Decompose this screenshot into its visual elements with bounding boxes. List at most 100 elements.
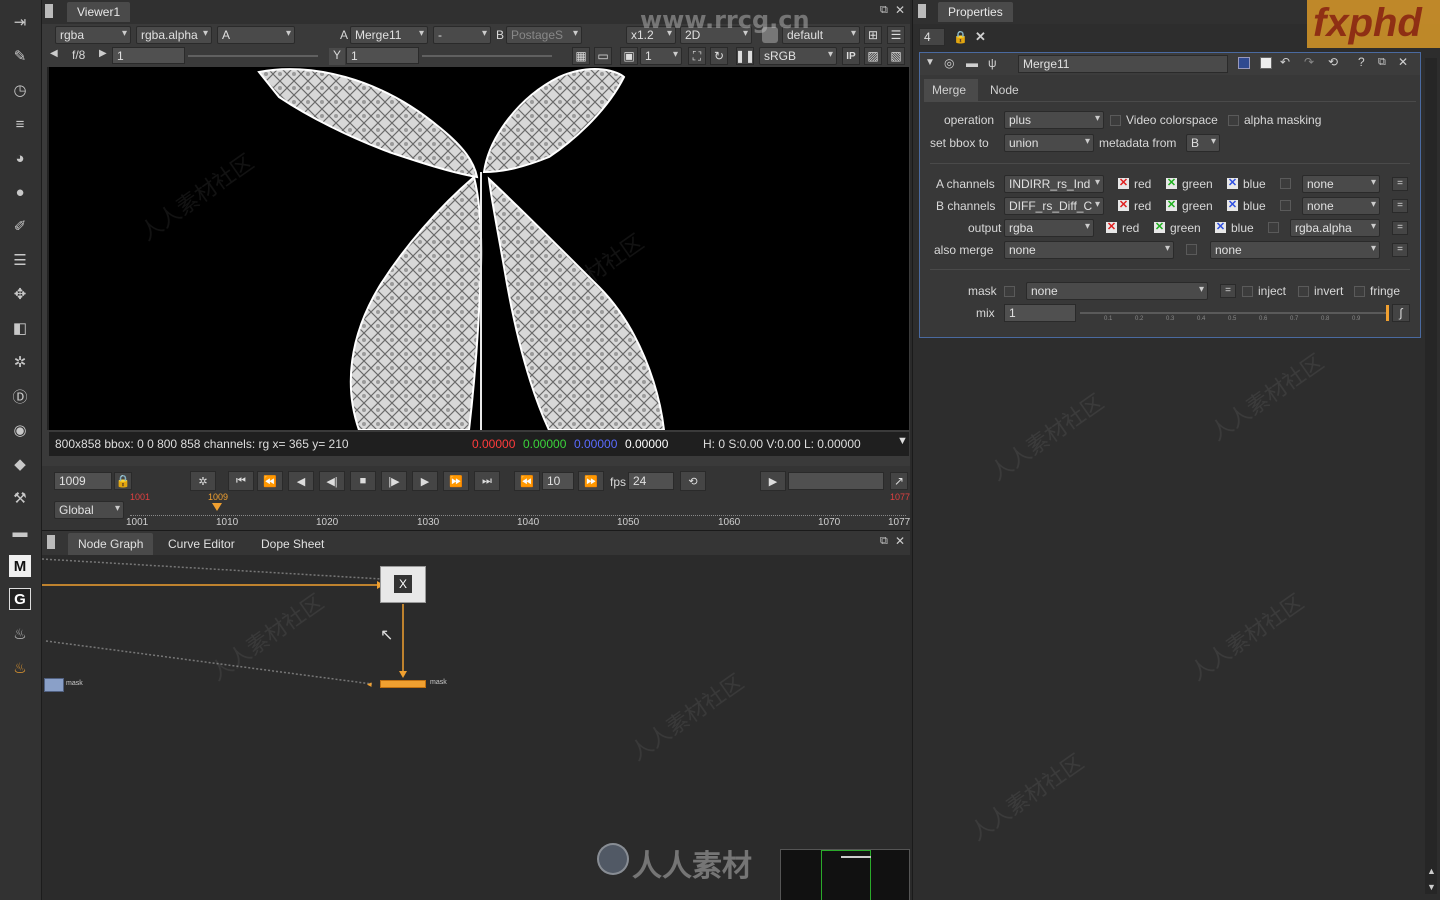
merge-node[interactable]: X [380, 566, 426, 603]
b-input-dropdown[interactable]: PostageS [506, 26, 582, 44]
script-icon[interactable]: ψ [988, 56, 997, 70]
gamma-label[interactable]: Y [329, 48, 345, 65]
max-panels-field[interactable]: 4 [919, 28, 945, 46]
alpha-masking-checkbox[interactable] [1228, 115, 1239, 126]
viewer-tab[interactable]: Viewer1 [67, 2, 131, 22]
merge-tools-icon[interactable]: ☰ [6, 246, 34, 274]
play-forward-icon[interactable]: |▶ [381, 471, 407, 491]
pin-icon[interactable]: 🔒 [953, 30, 968, 44]
properties-tab[interactable]: Properties [938, 2, 1013, 22]
out-alpha-dropdown[interactable]: rgba.alpha [1290, 219, 1380, 237]
time-tools-icon[interactable]: ◷ [6, 76, 34, 104]
plugin-flame-icon[interactable]: ♨ [6, 620, 34, 648]
alpha-dropdown[interactable]: rgba.alpha [136, 26, 212, 44]
channel-tools-icon[interactable]: ≡ [6, 110, 34, 138]
b-green-checkbox[interactable]: ✕ [1166, 200, 1177, 211]
close-panel-icon[interactable]: ✕ [895, 3, 905, 17]
scroll-down-icon[interactable]: ▼ [1427, 882, 1436, 892]
timeline-ruler[interactable] [130, 510, 906, 516]
toolsets-icon[interactable]: ▬ [6, 518, 34, 546]
inject-checkbox[interactable] [1242, 286, 1253, 297]
downrez-dropdown[interactable]: 1 [640, 47, 682, 65]
viewer-settings-icon[interactable]: ☰ [887, 26, 905, 44]
undo-icon[interactable]: ↶ [1280, 55, 1290, 69]
a-channels-link-button[interactable]: = [1392, 177, 1408, 191]
a-channels-dropdown[interactable]: INDIRR_rs_Ind [1004, 175, 1104, 193]
out-alpha-checkbox[interactable] [1268, 222, 1279, 233]
fstop-prev-icon[interactable]: ◀ [50, 48, 58, 59]
loop-mode-icon[interactable]: ⟲ [680, 471, 706, 491]
refresh-icon[interactable]: ↻ [710, 47, 728, 65]
out-green-checkbox[interactable]: ✕ [1154, 222, 1165, 233]
other-tools-icon[interactable]: ⚒ [6, 484, 34, 512]
fire-plugin-icon[interactable]: ♨ [6, 654, 34, 682]
next-frame-icon[interactable]: ▶ [412, 471, 438, 491]
gamma-field[interactable]: 1 [346, 47, 419, 64]
metadata-tools-icon[interactable]: ◆ [6, 450, 34, 478]
guides-icon[interactable]: ▭ [594, 47, 612, 65]
out-blue-checkbox[interactable]: ✕ [1215, 222, 1226, 233]
compare-mode-dropdown[interactable]: - [433, 26, 491, 44]
display-channel-dropdown[interactable]: A [217, 26, 295, 44]
views-tools-icon[interactable]: ◉ [6, 416, 34, 444]
b-blue-checkbox[interactable]: ✕ [1227, 200, 1238, 211]
zebra-icon[interactable]: ▦ [572, 47, 590, 65]
float-icon[interactable]: ⧉ [1378, 56, 1386, 69]
a-blue-checkbox[interactable]: ✕ [1227, 178, 1238, 189]
b-red-checkbox[interactable]: ✕ [1118, 200, 1129, 211]
mask-link-button[interactable]: = [1220, 284, 1236, 298]
particles-tools-icon[interactable]: ✲ [6, 348, 34, 376]
play-backward-icon[interactable]: ◀| [319, 471, 345, 491]
a-input-dropdown[interactable]: Merge11 [350, 26, 428, 44]
viewer-canvas[interactable] [49, 67, 909, 430]
skip-back-icon[interactable]: ⏪ [514, 471, 540, 491]
info-expand-icon[interactable]: ▼ [897, 435, 908, 447]
wipe-icon[interactable]: ▧ [887, 47, 905, 65]
dot-node[interactable] [380, 680, 426, 688]
roi-toggle-icon[interactable]: ⛶ [688, 47, 706, 65]
close-icon[interactable]: ✕ [1398, 55, 1408, 69]
read-node[interactable] [44, 678, 64, 692]
a-alpha-dropdown[interactable]: none [1302, 175, 1380, 193]
deep-tools-icon[interactable]: Ⓓ [6, 382, 34, 410]
a-green-checkbox[interactable]: ✕ [1166, 178, 1177, 189]
gain-slider[interactable] [188, 55, 318, 57]
also-merge-dropdown-2[interactable]: none [1210, 241, 1380, 259]
channel-mask-icon[interactable]: ▨ [864, 47, 882, 65]
g-plugin-icon[interactable]: G [9, 588, 31, 610]
a-alpha-checkbox[interactable] [1280, 178, 1291, 189]
node-color-icon[interactable]: ▬ [966, 56, 978, 70]
frame-range-field[interactable] [788, 472, 884, 490]
invert-checkbox[interactable] [1298, 286, 1309, 297]
node-graph-minimap[interactable] [780, 849, 910, 900]
current-frame-field[interactable]: 1009 [54, 472, 112, 490]
mask-dropdown[interactable]: none [1026, 282, 1208, 300]
gamma-slider[interactable] [422, 55, 552, 57]
node-graph-panel[interactable]: Node Graph Curve Editor Dope Sheet ⧉ ✕ X… [42, 530, 910, 900]
channels-dropdown[interactable]: rgba [55, 26, 131, 44]
timeline-expand-icon[interactable]: ↗ [890, 472, 908, 490]
last-frame-icon[interactable]: ⏭ [474, 471, 500, 491]
ip-button[interactable]: IP [842, 47, 860, 65]
draw-tools-icon[interactable]: ✎ [6, 42, 34, 70]
float-panel-icon[interactable]: ⧉ [880, 4, 888, 17]
fps-field[interactable]: 24 [628, 472, 674, 490]
stop-icon[interactable]: ■ [350, 471, 376, 491]
playback-settings-icon[interactable]: ✲ [190, 471, 216, 491]
redo-icon[interactable]: ↷ [1304, 55, 1314, 69]
filter-tools-icon[interactable]: ● [6, 178, 34, 206]
scroll-up-icon[interactable]: ▲ [1427, 866, 1436, 876]
properties-scrollbar[interactable] [1425, 58, 1437, 894]
first-frame-icon[interactable]: ⏮ [228, 471, 254, 491]
fstop-next-icon[interactable]: ▶ [99, 48, 107, 59]
collapse-icon[interactable]: ▼ [925, 57, 935, 68]
center-node-icon[interactable]: ◎ [944, 56, 954, 70]
also-merge-checkbox[interactable] [1186, 244, 1197, 255]
playhead[interactable] [212, 503, 222, 511]
mix-field[interactable]: 1 [1004, 304, 1076, 322]
fringe-checkbox[interactable] [1354, 286, 1365, 297]
mix-slider[interactable] [1080, 312, 1386, 314]
flipbook-icon[interactable]: ▶ [760, 471, 786, 491]
roi-icon[interactable]: ⊞ [864, 26, 882, 44]
range-mode-dropdown[interactable]: Global [54, 501, 124, 519]
